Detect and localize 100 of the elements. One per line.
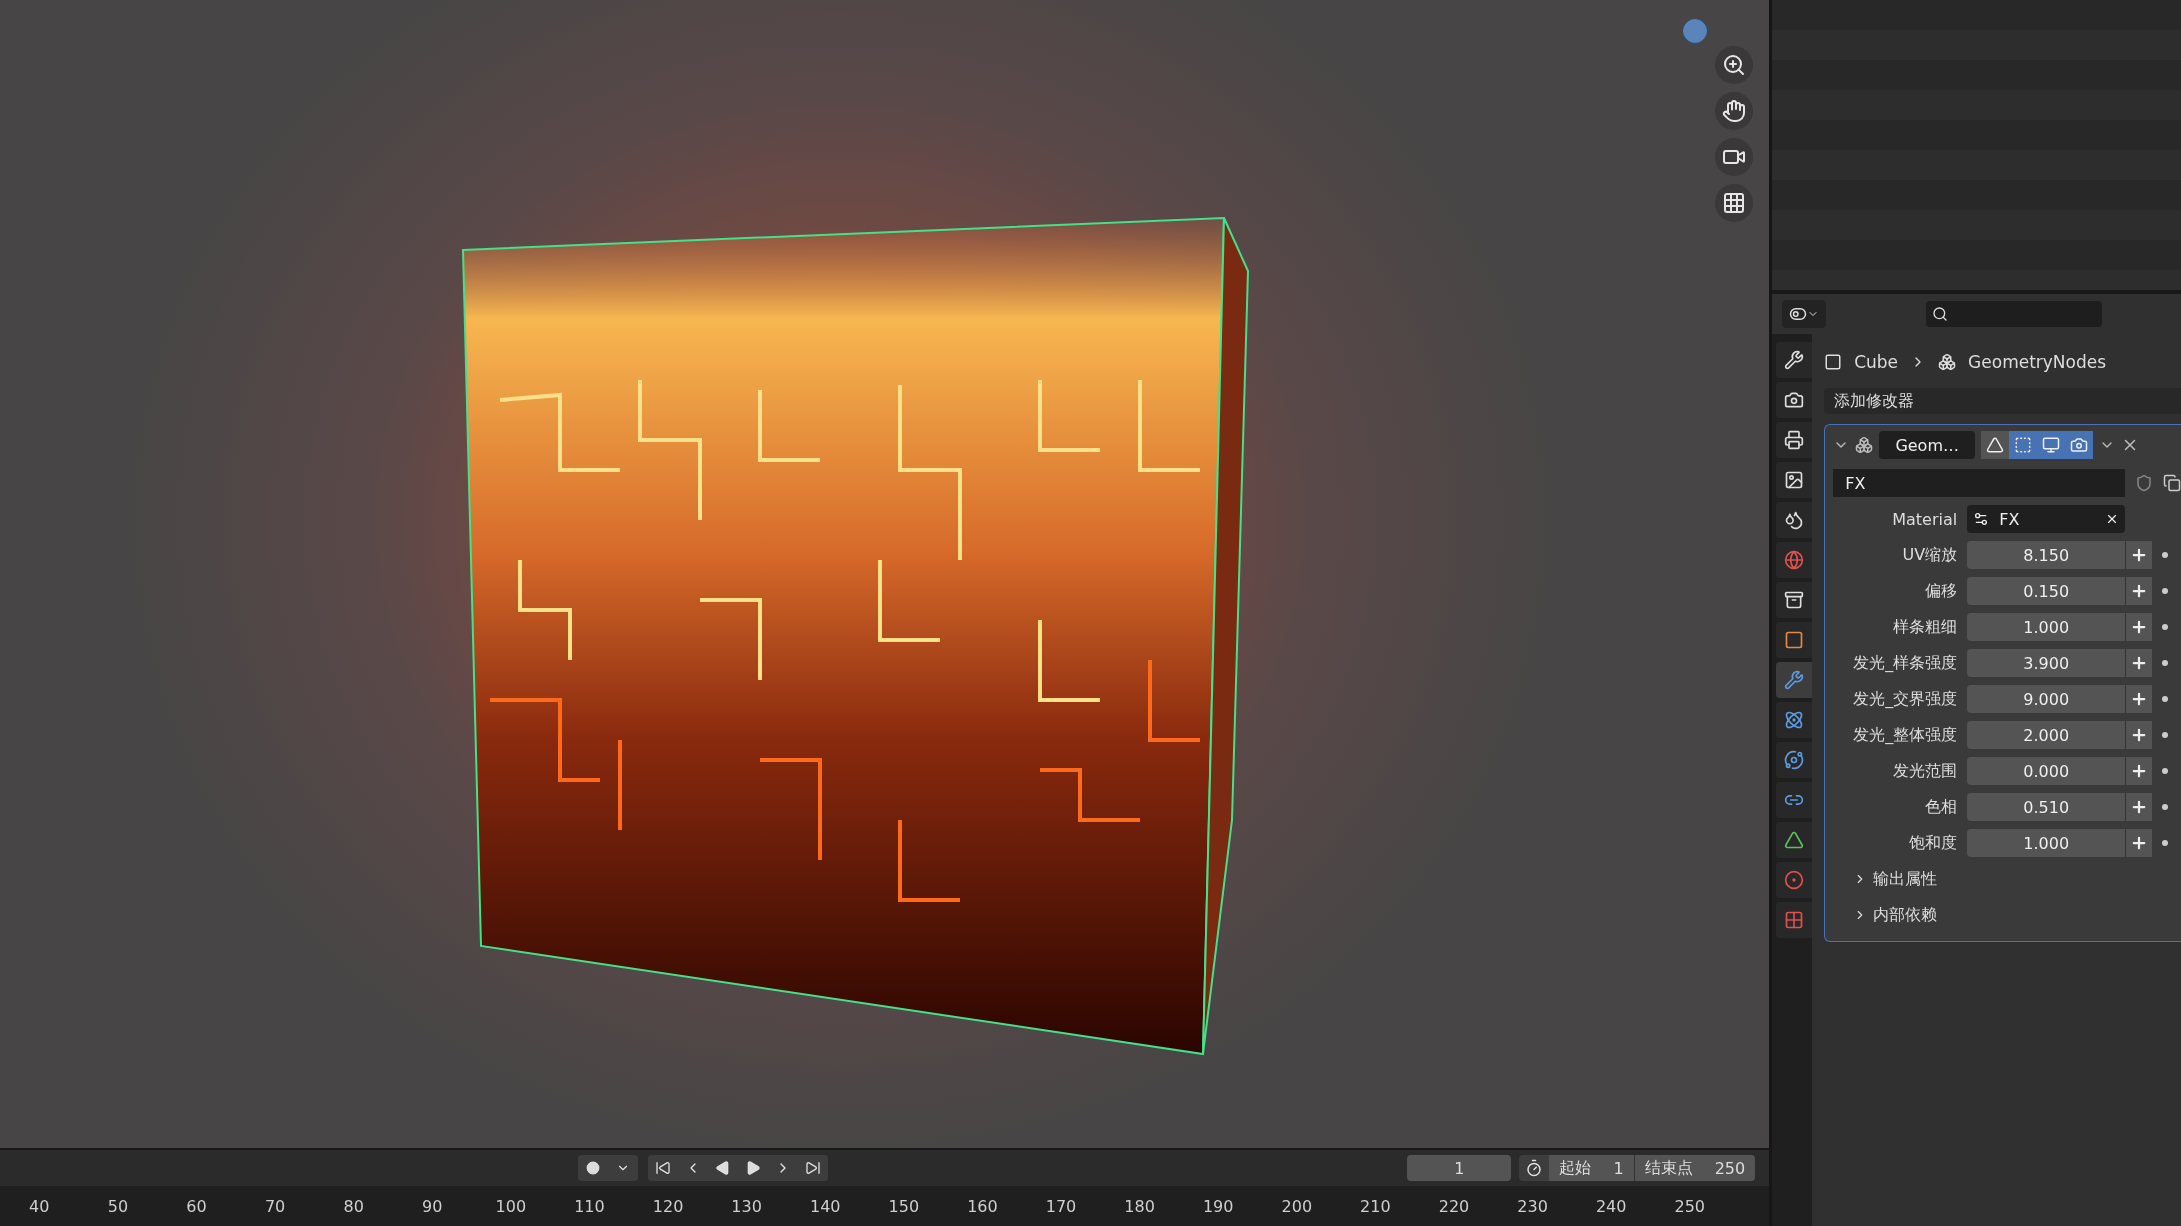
value-field[interactable]: 1.000 — [1967, 613, 2126, 641]
reverse-play-icon — [715, 1160, 731, 1176]
camera-icon — [1784, 390, 1805, 410]
collection-tab[interactable] — [1776, 582, 1813, 618]
add-modifier-button[interactable]: 添加修改器 — [1824, 388, 2181, 414]
keyframe-dot-icon[interactable] — [2162, 804, 2169, 810]
attribute-toggle-button[interactable] — [2125, 541, 2153, 569]
edit-mode-toggle[interactable] — [2009, 431, 2038, 459]
tools-icon — [1784, 350, 1805, 370]
constraints-tab[interactable] — [1776, 782, 1813, 818]
render-toggle[interactable] — [2065, 431, 2094, 459]
world-tab[interactable] — [1776, 542, 1813, 578]
attribute-toggle-button[interactable] — [2125, 685, 2153, 713]
keyframe-dot-icon[interactable] — [2162, 840, 2169, 846]
frame-number: 170 — [1044, 1196, 1078, 1216]
subpanel-title[interactable]: 输出属性 — [1873, 868, 1938, 890]
archive-box-icon — [1784, 590, 1805, 610]
attribute-toggle-button[interactable] — [2125, 577, 2153, 605]
record-dot-icon — [586, 1161, 600, 1175]
value-field[interactable]: 0.510 — [1967, 793, 2126, 821]
value-field[interactable]: 0.000 — [1967, 757, 2126, 785]
atom-icon — [1784, 710, 1805, 730]
zoom-button[interactable] — [1715, 46, 1754, 84]
scene-tab[interactable] — [1776, 502, 1813, 538]
skip-forward-icon — [805, 1160, 821, 1176]
attribute-toggle-button[interactable] — [2125, 613, 2153, 641]
navigation-gizmo-icon[interactable] — [1683, 19, 1707, 43]
copy-icon[interactable] — [2163, 474, 2181, 492]
mesh-data-tab[interactable] — [1776, 822, 1813, 858]
parameter-label: 发光范围 — [1892, 760, 1958, 782]
frame-number: 210 — [1359, 1196, 1392, 1216]
attribute-toggle-button[interactable] — [2125, 757, 2153, 785]
sphere-icon — [1784, 870, 1805, 890]
keyframe-dot-icon[interactable] — [2162, 696, 2169, 702]
start-frame-field[interactable]: 起始 1 — [1549, 1155, 1634, 1181]
physics-tab[interactable] — [1776, 742, 1813, 778]
modifier-tab[interactable] — [1776, 662, 1813, 698]
frame-number: 240 — [1594, 1196, 1628, 1216]
editor-type-icon — [1789, 305, 1808, 323]
frame-number: 40 — [28, 1196, 51, 1216]
keyframe-dot-icon[interactable] — [2162, 732, 2169, 738]
material-field[interactable]: FX — [1967, 505, 2126, 533]
attribute-toggle-button[interactable] — [2125, 829, 2153, 857]
camera-button[interactable] — [1715, 138, 1754, 176]
value-field[interactable]: 8.150 — [1967, 541, 2126, 569]
value-field[interactable]: 1.000 — [1967, 829, 2126, 857]
edit-mode-icon — [2014, 436, 2033, 454]
frame-number: 250 — [1673, 1196, 1707, 1216]
keyframe-dot-icon[interactable] — [2162, 588, 2169, 594]
object-name: Cube — [1854, 352, 1899, 372]
keyframe-dot-icon[interactable] — [2162, 768, 2169, 774]
keyframe-dot-icon[interactable] — [2162, 660, 2169, 666]
keyframe-dot-icon[interactable] — [2162, 552, 2169, 558]
parameter-label: 发光_交界强度 — [1852, 688, 1958, 710]
attribute-toggle-button[interactable] — [2125, 649, 2153, 677]
output-tab[interactable] — [1776, 422, 1813, 458]
pan-button[interactable] — [1715, 92, 1754, 130]
modifier-name-field[interactable]: Geom… — [1879, 431, 1976, 459]
shield-icon[interactable] — [2135, 474, 2153, 492]
frame-number: 120 — [651, 1196, 685, 1216]
node-group-field[interactable]: FX — [1833, 469, 2125, 497]
frame-number: 190 — [1201, 1196, 1235, 1216]
subpanel-title[interactable]: 内部依赖 — [1873, 904, 1938, 926]
particles-tab[interactable] — [1776, 702, 1813, 738]
parameter-label: 样条粗细 — [1892, 616, 1958, 638]
current-frame-field[interactable]: 1 — [1407, 1155, 1512, 1181]
value-field[interactable]: 2.000 — [1967, 721, 2126, 749]
search-icon — [1932, 306, 1949, 322]
render-tab[interactable] — [1776, 382, 1813, 418]
attribute-toggle-button[interactable] — [2125, 721, 2153, 749]
image-icon — [1784, 470, 1805, 490]
tool-tab[interactable] — [1776, 342, 1813, 378]
frame-number: 90 — [421, 1196, 444, 1216]
keyframe-dot-icon[interactable] — [2162, 624, 2169, 630]
record-button[interactable] — [578, 1155, 638, 1181]
on-cage-toggle[interactable] — [1981, 431, 2010, 459]
material-tab[interactable] — [1776, 862, 1813, 898]
view-layer-tab[interactable] — [1776, 462, 1813, 498]
end-frame-field[interactable]: 结束点 250 — [1633, 1155, 1756, 1181]
skip-back-icon — [655, 1160, 671, 1176]
frame-number: 80 — [342, 1196, 365, 1216]
material-label: Material — [1891, 509, 1958, 529]
perspective-button[interactable] — [1715, 184, 1754, 222]
monitor-icon — [2042, 436, 2061, 454]
parameter-label: 发光_整体强度 — [1852, 724, 1958, 746]
modifier-name: GeometryNodes — [1968, 352, 2107, 372]
orbit-icon — [1784, 750, 1805, 770]
globe-icon — [1784, 550, 1805, 570]
search-field[interactable] — [1926, 301, 2103, 327]
parameter-label: 偏移 — [1924, 580, 1958, 602]
value-field[interactable]: 9.000 — [1967, 685, 2126, 713]
parameter-label: UV缩放 — [1901, 544, 1958, 566]
value-field[interactable]: 3.900 — [1967, 649, 2126, 677]
triangle-icon — [1986, 436, 2005, 454]
value-field[interactable]: 0.150 — [1967, 577, 2126, 605]
texture-tab[interactable] — [1776, 902, 1813, 938]
attribute-toggle-button[interactable] — [2125, 793, 2153, 821]
editor-type-button[interactable] — [1782, 300, 1827, 328]
object-tab[interactable] — [1776, 622, 1813, 658]
frame-number: 140 — [808, 1196, 842, 1216]
